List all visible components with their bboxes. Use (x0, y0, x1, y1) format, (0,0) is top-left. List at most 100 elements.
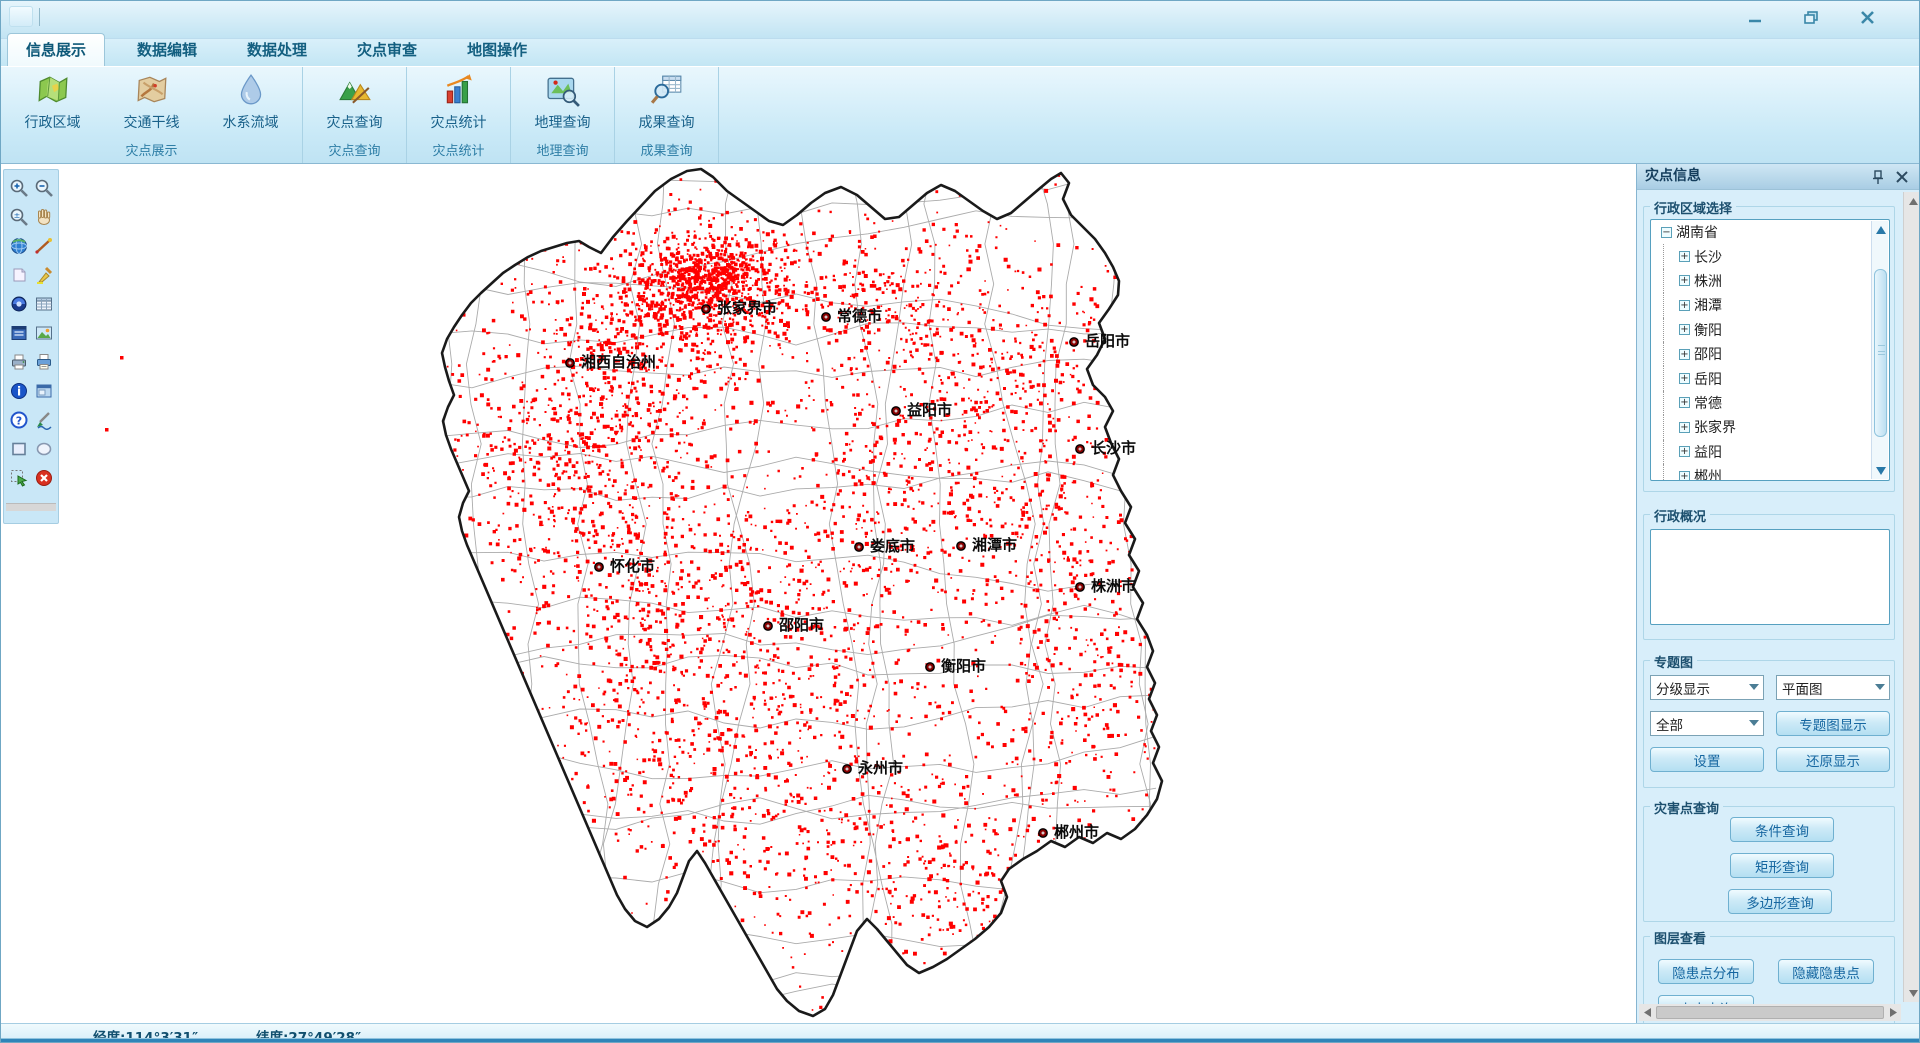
expand-icon[interactable]: + (1679, 422, 1690, 433)
window-panel-tool[interactable] (32, 379, 55, 402)
measure-line-tool[interactable] (32, 234, 55, 257)
result-query-button[interactable]: 成果查询 (617, 69, 716, 143)
tree-scroll-up-icon[interactable] (1872, 221, 1889, 238)
tree-item-衡阳[interactable]: +衡阳 (1651, 318, 1889, 342)
ribbon-group-label: 灾点统计 (409, 143, 508, 163)
scroll-right-icon[interactable] (1885, 1005, 1901, 1021)
ellipse-select-tool[interactable] (32, 437, 55, 460)
admin-region-button[interactable]: 行政区域 (3, 69, 102, 143)
thematic-show-button[interactable]: 专题图显示 (1776, 711, 1890, 736)
app-menu-button[interactable] (9, 6, 33, 27)
map-svg[interactable]: 张家界市常德市岳阳市湘西自治州益阳市长沙市娄底市湘潭市株洲市怀化市邵阳市衡阳市永… (1, 164, 1636, 1023)
tab-5[interactable]: 地图操作 (449, 34, 545, 66)
polygon-query-button[interactable]: 多边形查询 (1728, 889, 1832, 914)
tree-scroll-down-icon[interactable] (1872, 462, 1889, 479)
help-tool[interactable]: ? (7, 408, 30, 431)
print-preview-tool[interactable] (32, 350, 55, 373)
disaster-stats-button[interactable]: 灾点统计 (409, 69, 508, 143)
map-image-tool[interactable] (32, 321, 55, 344)
tree-scroll-thumb[interactable] (1874, 269, 1887, 437)
pan-tool[interactable] (32, 205, 55, 228)
expand-icon[interactable]: + (1679, 373, 1690, 384)
tree-item-长沙[interactable]: + 长沙 (1651, 244, 1889, 268)
expand-icon[interactable]: + (1679, 446, 1690, 457)
water-basin-button[interactable]: 水系流域 (201, 69, 300, 143)
tree-item-湖南省[interactable]: −湖南省 (1651, 220, 1889, 244)
panel-vertical-scrollbar[interactable] (1903, 192, 1920, 1002)
print-preview-icon (34, 352, 54, 372)
marquee-select-tool[interactable] (7, 466, 30, 489)
svg-text:张家界市: 张家界市 (717, 299, 777, 317)
restore-display-button[interactable]: 还原显示 (1776, 747, 1890, 772)
tree-item-益阳[interactable]: +益阳 (1651, 440, 1889, 464)
tab-4[interactable]: 灾点审查 (339, 34, 435, 66)
scroll-down-icon[interactable] (1905, 985, 1920, 1001)
zoom-extent-tool[interactable]: ± (7, 205, 30, 228)
map-canvas[interactable]: 张家界市常德市岳阳市湘西自治州益阳市长沙市娄底市湘潭市株洲市怀化市邵阳市衡阳市永… (1, 164, 1636, 1023)
region-tree[interactable]: −湖南省+长沙+株洲+湘潭+衡阳+邵阳+岳阳+常德+张家界+益阳+郴州 (1650, 219, 1890, 481)
expand-icon[interactable]: + (1679, 349, 1690, 360)
tree-item-湘潭[interactable]: + 湘潭 (1651, 293, 1889, 317)
expand-icon[interactable]: + (1679, 324, 1690, 335)
condition-query-button[interactable]: 条件查询 (1730, 817, 1834, 842)
eagle-eye-tool[interactable] (7, 292, 30, 315)
scroll-up-icon[interactable] (1905, 193, 1920, 209)
globe-tool[interactable] (7, 234, 30, 257)
pin-button[interactable] (1870, 169, 1886, 185)
zoom-out-tool[interactable] (32, 176, 55, 199)
traffic-lines-button[interactable]: 交通干线 (102, 69, 201, 143)
collapse-icon[interactable]: − (1661, 227, 1672, 238)
grade-display-dropdown[interactable]: 分级显示 (1650, 675, 1764, 700)
expand-icon[interactable]: + (1679, 300, 1690, 311)
hazard-distribution-button[interactable]: 隐患点分布 (1658, 959, 1754, 984)
tree-item-label: 张家界 (1694, 417, 1736, 437)
print-tool[interactable] (7, 350, 30, 373)
tree-item-岳阳[interactable]: +岳阳 (1651, 366, 1889, 390)
rectangle-select-tool[interactable] (7, 437, 30, 460)
restore-button[interactable] (1797, 7, 1825, 27)
toolbar-resize-grip[interactable] (6, 503, 56, 511)
expand-icon[interactable]: + (1679, 471, 1690, 481)
tree-item-株洲[interactable]: +株洲 (1651, 269, 1889, 293)
close-button[interactable] (1853, 7, 1881, 27)
panel-horizontal-scrollbar[interactable] (1639, 1004, 1901, 1021)
ribbon-group-label: 灾点查询 (305, 143, 404, 163)
region-overview-text[interactable] (1650, 529, 1890, 625)
hide-hazard-button[interactable]: 隐藏隐患点 (1778, 959, 1874, 984)
horizontal-scroll-thumb[interactable] (1656, 1006, 1884, 1019)
expand-icon[interactable]: + (1679, 275, 1690, 286)
map-type-dropdown[interactable]: 平面图 (1776, 675, 1890, 700)
tree-item-邵阳[interactable]: +邵阳 (1651, 342, 1889, 366)
tree-item-张家界[interactable]: + 张家界 (1651, 415, 1889, 439)
zoom-in-tool[interactable] (7, 176, 30, 199)
tree-scrollbar[interactable] (1871, 221, 1888, 479)
ribbon: 行政区域交通干线水系流域灾点展示灾点查询灾点查询灾点统计灾点统计地理查询地理查询… (1, 67, 1920, 164)
admin-region-icon (35, 72, 71, 108)
tree-item-常德[interactable]: +常德 (1651, 391, 1889, 415)
scroll-left-icon[interactable] (1639, 1005, 1655, 1021)
expand-icon[interactable]: + (1679, 397, 1690, 408)
disaster-query-button[interactable]: 灾点查询 (305, 69, 404, 143)
minimize-button[interactable] (1741, 7, 1769, 27)
tree-item-label: 湘潭 (1694, 295, 1722, 315)
settings-button[interactable]: 设置 (1650, 747, 1764, 772)
scope-dropdown[interactable]: 全部 (1650, 711, 1764, 736)
ribbon-group-3: 灾点统计灾点统计 (407, 67, 511, 163)
layer-list-tool[interactable] (7, 321, 30, 344)
tab-3[interactable]: 数据处理 (229, 34, 325, 66)
info-tool[interactable]: i (7, 379, 30, 402)
tab-2[interactable]: 数据编辑 (119, 34, 215, 66)
grade-display-value: 分级显示 (1656, 678, 1710, 698)
panel-close-button[interactable] (1894, 169, 1910, 185)
tree-item-label: 长沙 (1694, 247, 1722, 267)
expand-icon[interactable]: + (1679, 251, 1690, 262)
brush-tool[interactable] (32, 263, 55, 286)
rectangle-query-button[interactable]: 矩形查询 (1730, 853, 1834, 878)
sketch-tool[interactable] (32, 408, 55, 431)
clear-shape-tool[interactable] (7, 263, 30, 286)
attribute-table-tool[interactable] (32, 292, 55, 315)
close-tool-tool[interactable] (32, 466, 55, 489)
geo-query-button[interactable]: 地理查询 (513, 69, 612, 143)
tree-item-郴州[interactable]: +郴州 (1651, 464, 1889, 481)
tab-1[interactable]: 信息展示 (7, 33, 105, 66)
